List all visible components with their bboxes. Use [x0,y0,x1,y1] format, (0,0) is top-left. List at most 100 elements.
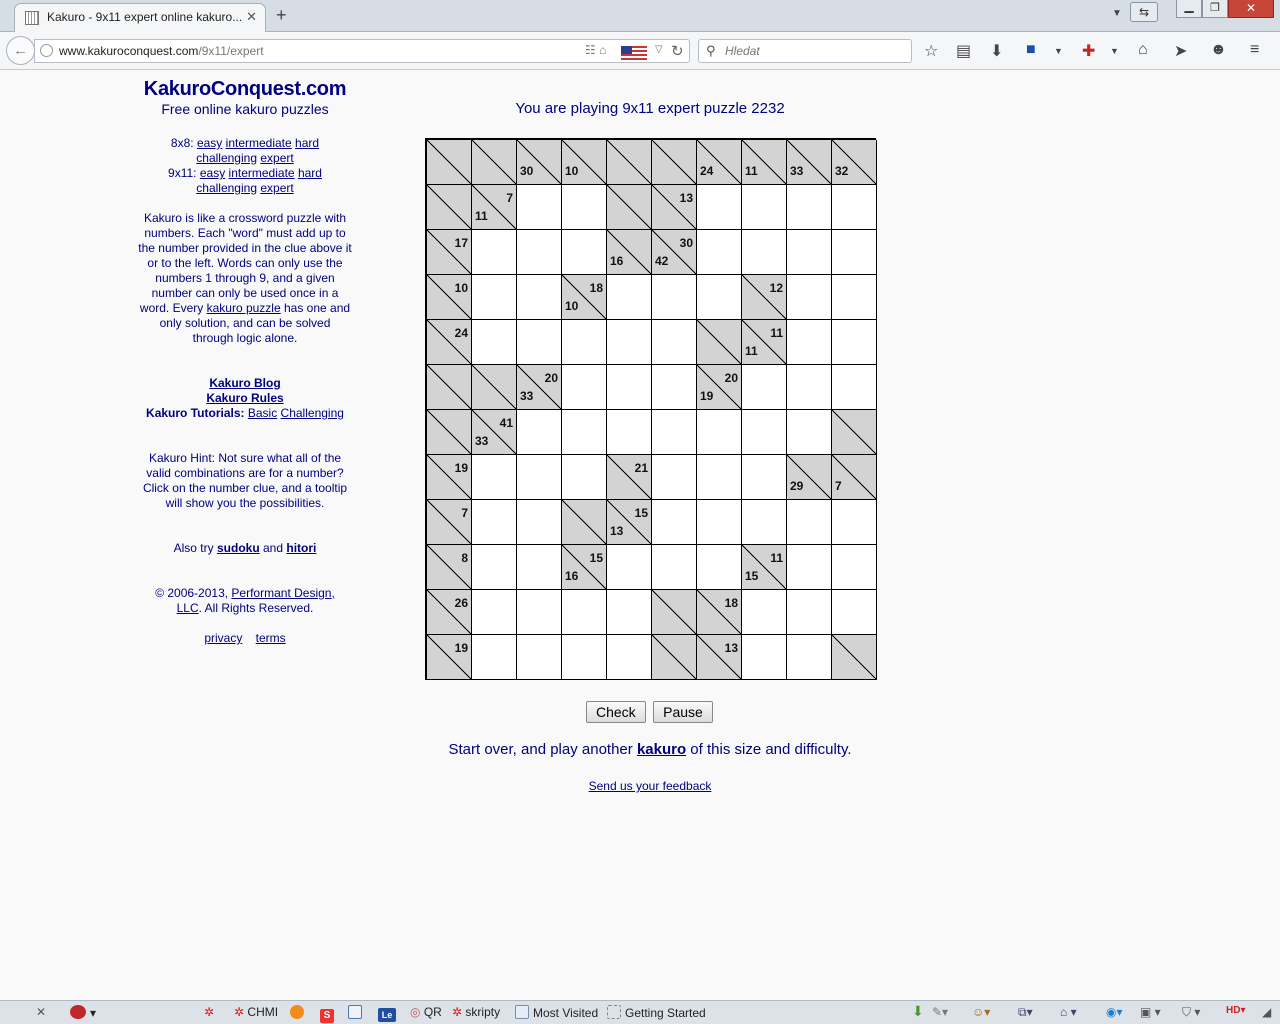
clue-across[interactable]: 18 [590,281,603,295]
close-window-icon[interactable]: ✕ [1228,0,1274,18]
clue-cell[interactable]: 10 [427,275,472,320]
link-8x8-easy[interactable]: easy [197,136,222,150]
chat-icon[interactable]: ☻ [1210,41,1227,59]
entry-cell[interactable] [472,635,517,680]
clue-cell[interactable]: 18 10 [562,275,607,320]
sudoku-link[interactable]: sudoku [217,541,260,555]
clue-cell[interactable]: 13 [697,635,742,680]
entry-cell[interactable] [697,185,742,230]
clue-across[interactable]: 11 [770,326,783,340]
link-9x11-challenging[interactable]: challenging [196,181,257,195]
clue-cell[interactable]: 11 15 [742,545,787,590]
clue-cell[interactable]: 15 16 [562,545,607,590]
entry-cell[interactable] [562,455,607,500]
tab-close-icon[interactable]: ✕ [246,9,257,25]
entry-cell[interactable] [517,230,562,275]
clue-across[interactable]: 15 [635,506,648,520]
clue-cell[interactable]: 16 [607,230,652,275]
url-text[interactable]: www.kakuroconquest.com/9x11/expert [59,44,264,58]
entry-cell[interactable] [697,500,742,545]
link-9x11-expert[interactable]: expert [260,181,293,195]
le-addon-icon[interactable]: Le [378,1005,400,1022]
entry-cell[interactable] [517,185,562,230]
clue-cell[interactable]: 24 [427,320,472,365]
tab-list-chevron-icon[interactable]: ▼ [1112,8,1122,19]
entry-cell[interactable] [787,545,832,590]
clue-cell[interactable] [427,185,472,230]
entry-cell[interactable] [742,455,787,500]
shield-addon-icon[interactable]: ⛉ ▾ [1182,1005,1200,1020]
clue-cell[interactable]: 20 19 [697,365,742,410]
close-addon-bar-icon[interactable]: ✕ [36,1005,46,1019]
kakuro-blog-link[interactable]: Kakuro Blog [209,376,280,390]
clue-cell[interactable]: 30 [517,140,562,185]
clue-cell[interactable] [832,410,877,455]
firstaid-dropdown-icon[interactable]: ▼ [1110,46,1119,56]
entry-cell[interactable] [562,365,607,410]
entry-cell[interactable] [742,365,787,410]
downloads-icon[interactable]: ⬇ [990,41,1003,61]
qr-item[interactable]: ◎ QR [410,1005,442,1019]
entry-cell[interactable] [472,320,517,365]
clue-cell[interactable]: 8 [427,545,472,590]
link-9x11-easy[interactable]: easy [200,166,225,180]
entry-cell[interactable] [742,410,787,455]
entry-cell[interactable] [787,410,832,455]
hd-addon-icon[interactable]: HD▾ [1226,1005,1245,1016]
entry-cell[interactable] [652,320,697,365]
clue-across[interactable]: 10 [455,281,468,295]
entry-cell[interactable] [652,455,697,500]
privacy-link[interactable]: privacy [204,631,242,645]
clue-cell[interactable]: 11 [742,140,787,185]
entry-cell[interactable] [472,500,517,545]
search-bar[interactable]: ⚲ Hledat [698,39,912,63]
entry-cell[interactable] [652,365,697,410]
most-visited-item[interactable]: Most Visited [515,1005,598,1020]
clue-across[interactable]: 21 [635,461,648,475]
url-dropdown-icon[interactable]: ▽ [655,44,663,55]
entry-cell[interactable] [832,500,877,545]
clue-across[interactable]: 13 [725,641,738,655]
entry-cell[interactable] [742,500,787,545]
entry-cell[interactable] [472,590,517,635]
clue-down[interactable]: 11 [475,209,488,223]
entry-cell[interactable] [562,320,607,365]
clue-across[interactable]: 26 [455,596,468,610]
clue-across[interactable]: 19 [455,461,468,475]
send-icon[interactable]: ➤ [1174,41,1187,61]
clue-cell[interactable]: 19 [427,635,472,680]
entry-cell[interactable] [472,230,517,275]
check-button[interactable]: Check [586,701,646,723]
clue-cell[interactable] [652,635,697,680]
clue-cell[interactable]: 17 [427,230,472,275]
screen-addon-icon[interactable]: ⧉▾ [1018,1005,1033,1020]
bookmarks-list-icon[interactable]: ▤ [956,41,971,61]
clue-down[interactable]: 7 [835,479,842,493]
bookmark-star-icon[interactable]: ☆ [924,41,938,61]
active-tab[interactable]: Kakuro - 9x11 expert online kakuro... ✕ [14,3,266,32]
camera-addon-icon[interactable]: ▣ ▾ [1140,1005,1161,1019]
resize-grip-icon[interactable]: ◢ [1262,1005,1271,1019]
entry-cell[interactable] [517,545,562,590]
clue-cell[interactable] [427,365,472,410]
clue-across[interactable]: 15 [590,551,603,565]
site-title[interactable]: KakuroConquest.com [130,78,360,100]
entry-cell[interactable] [742,590,787,635]
clue-cell[interactable] [562,500,607,545]
clue-cell[interactable]: 29 [787,455,832,500]
entry-cell[interactable] [652,275,697,320]
entry-cell[interactable] [787,365,832,410]
entry-cell[interactable] [562,410,607,455]
entry-cell[interactable] [517,500,562,545]
entry-cell[interactable] [652,545,697,590]
clue-cell[interactable]: 18 [697,590,742,635]
clue-cell[interactable] [652,140,697,185]
clue-cell[interactable] [472,365,517,410]
entry-cell[interactable] [517,590,562,635]
clue-across[interactable]: 13 [680,191,693,205]
save-disk-icon[interactable]: ■ [1026,41,1036,59]
menu-hamburger-icon[interactable]: ≡ [1250,41,1259,59]
clue-cell[interactable] [607,140,652,185]
entry-cell[interactable] [787,230,832,275]
entry-cell[interactable] [562,185,607,230]
